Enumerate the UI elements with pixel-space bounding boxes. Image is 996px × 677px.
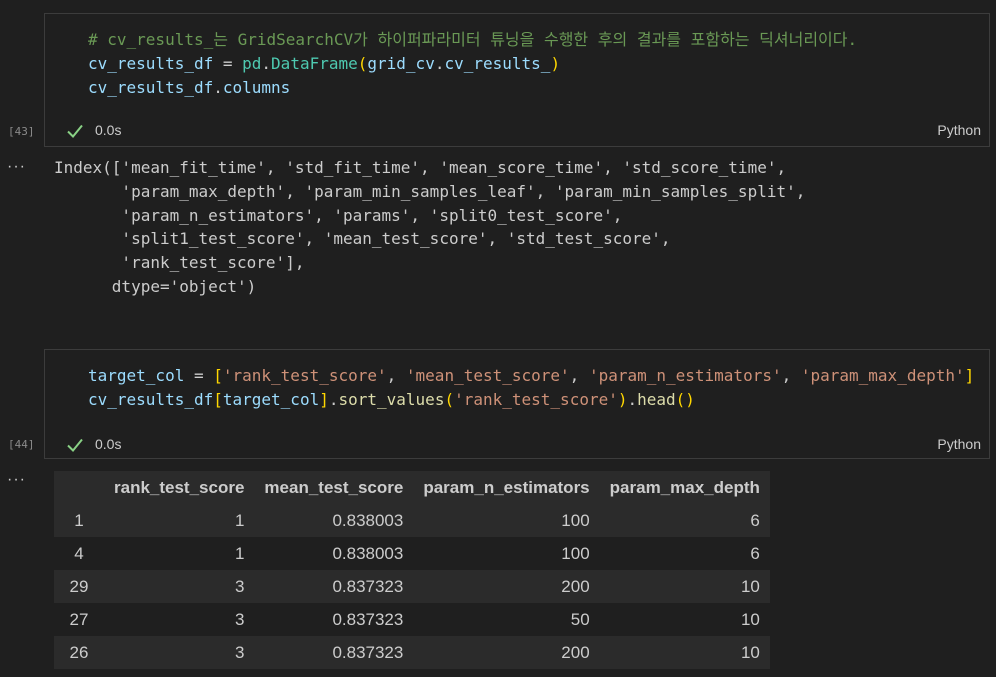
output-more-icon[interactable]: ··· xyxy=(7,471,26,489)
table-row: 4 1 0.838003 100 6 xyxy=(54,537,770,570)
table-cell: 6 xyxy=(599,504,770,537)
table-cell: 3 xyxy=(104,603,255,636)
code-line-target-col: target_col = ['rank_test_score', 'mean_t… xyxy=(88,366,975,385)
output-text: Index(['mean_fit_time', 'std_fit_time', … xyxy=(54,158,806,296)
output-more-icon[interactable]: ··· xyxy=(7,158,26,176)
table-cell: 0.838003 xyxy=(254,537,414,570)
row-index: 29 xyxy=(54,570,104,603)
table-cell: 10 xyxy=(599,570,770,603)
execution-count-1: [43] xyxy=(8,125,35,138)
table-cell: 0.837323 xyxy=(254,636,414,669)
table-cell: 6 xyxy=(599,537,770,570)
code-editor-2[interactable]: target_col = ['rank_test_score', 'mean_t… xyxy=(88,364,974,412)
table-cell: 100 xyxy=(413,504,600,537)
dataframe-table: rank_test_score mean_test_score param_n_… xyxy=(54,471,770,669)
table-cell: 1 xyxy=(104,537,255,570)
row-index: 4 xyxy=(54,537,104,570)
code-cell-1[interactable]: # cv_results_는 GridSearchCV가 하이퍼파라미터 튜닝을… xyxy=(44,13,990,147)
execution-time: 0.0s xyxy=(95,436,122,452)
table-row: 26 3 0.837323 200 10 xyxy=(54,636,770,669)
table-cell: 0.838003 xyxy=(254,504,414,537)
column-header-index xyxy=(54,471,104,504)
check-icon xyxy=(67,438,83,452)
table-cell: 200 xyxy=(413,636,600,669)
table-row: 29 3 0.837323 200 10 xyxy=(54,570,770,603)
column-header: mean_test_score xyxy=(254,471,414,504)
table-row: 27 3 0.837323 50 10 xyxy=(54,603,770,636)
table-cell: 3 xyxy=(104,570,255,603)
column-header: param_n_estimators xyxy=(413,471,600,504)
language-selector[interactable]: Python xyxy=(937,122,981,138)
execution-time: 0.0s xyxy=(95,122,122,138)
code-editor-1[interactable]: # cv_results_는 GridSearchCV가 하이퍼파라미터 튜닝을… xyxy=(88,28,857,100)
table-cell: 200 xyxy=(413,570,600,603)
code-line-columns: cv_results_df.columns xyxy=(88,78,291,97)
row-index: 27 xyxy=(54,603,104,636)
cell-status-bar-1: 0.0s Python xyxy=(45,119,989,143)
column-header: rank_test_score xyxy=(104,471,255,504)
table-cell: 0.837323 xyxy=(254,570,414,603)
check-icon xyxy=(67,124,83,138)
code-line-comment: # cv_results_는 GridSearchCV가 하이퍼파라미터 튜닝을… xyxy=(88,30,858,49)
language-selector[interactable]: Python xyxy=(937,436,981,452)
code-cell-2[interactable]: target_col = ['rank_test_score', 'mean_t… xyxy=(44,349,990,459)
cell-status-bar-2: 0.0s Python xyxy=(45,433,989,457)
row-index: 26 xyxy=(54,636,104,669)
table-cell: 3 xyxy=(104,636,255,669)
table-row: 1 1 0.838003 100 6 xyxy=(54,504,770,537)
code-line-sort: cv_results_df[target_col].sort_values('r… xyxy=(88,390,695,409)
table-cell: 10 xyxy=(599,636,770,669)
table-header-row: rank_test_score mean_test_score param_n_… xyxy=(54,471,770,504)
table-cell: 0.837323 xyxy=(254,603,414,636)
table-cell: 1 xyxy=(104,504,255,537)
table-cell: 100 xyxy=(413,537,600,570)
table-cell: 50 xyxy=(413,603,600,636)
execution-count-2: [44] xyxy=(8,438,35,451)
code-line-dataframe: cv_results_df = pd.DataFrame(grid_cv.cv_… xyxy=(88,54,561,73)
row-index: 1 xyxy=(54,504,104,537)
table-cell: 10 xyxy=(599,603,770,636)
column-header: param_max_depth xyxy=(599,471,770,504)
